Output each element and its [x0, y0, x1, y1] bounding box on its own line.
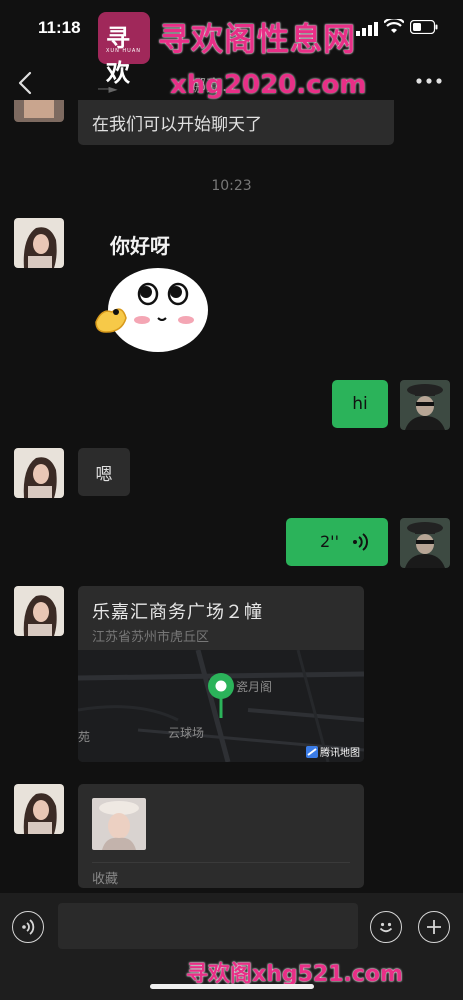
- my-avatar[interactable]: [400, 518, 450, 568]
- contact-avatar[interactable]: [14, 100, 64, 122]
- message-bubble[interactable]: 在我们可以开始聊天了: [78, 100, 394, 145]
- map-preview: 云球场 瓷月阁 苑 腾讯地图: [78, 650, 364, 762]
- watermark-logo-sub: XUN HUAN: [106, 48, 141, 54]
- sticker-caption: 你好呀: [110, 234, 170, 258]
- favorite-card[interactable]: 收藏: [78, 784, 364, 888]
- message-text: 嗯: [95, 464, 113, 485]
- message-input[interactable]: [58, 903, 358, 949]
- message-text: 在我们可以开始聊天了: [92, 115, 262, 135]
- watermark-logo: 寻欢 XUN HUAN: [98, 12, 150, 87]
- map-label: 苑: [78, 730, 91, 744]
- location-title: 乐嘉汇商务广场２幢: [92, 602, 263, 623]
- message-bubble[interactable]: 嗯: [78, 448, 130, 496]
- location-pin-icon: [208, 673, 234, 718]
- wifi-icon: [384, 19, 404, 33]
- map-label: 瓷月阁: [236, 680, 273, 694]
- map-label: 云球场: [168, 726, 205, 740]
- plus-icon: [427, 920, 441, 934]
- watermark-title: 寻欢阁性息网: [158, 20, 357, 58]
- contact-avatar[interactable]: [14, 448, 64, 498]
- signal-icon: [356, 22, 378, 36]
- message-text: hi: [352, 394, 368, 414]
- contact-avatar[interactable]: [14, 218, 64, 268]
- voice-duration: 2'': [320, 532, 339, 551]
- battery-icon: [410, 20, 438, 34]
- nav-arrows-icon: ──►: [98, 82, 118, 96]
- map-credit: 腾讯地图: [306, 744, 360, 759]
- favorite-label: 收藏: [92, 872, 119, 887]
- map-credit-text: 腾讯地图: [320, 748, 360, 759]
- status-time: 11:18: [38, 18, 81, 37]
- timestamp: 10:23: [211, 178, 252, 194]
- divider: [92, 862, 350, 863]
- location-card[interactable]: 乐嘉汇商务广场２幢 江苏省苏州市虎丘区 云球场 瓷月阁 苑 腾讯地图: [78, 586, 364, 762]
- voice-input-button[interactable]: [12, 911, 44, 943]
- watermark-url: xhg2020.com: [170, 70, 367, 100]
- voice-icon: [22, 919, 35, 935]
- favorite-thumbnail: [92, 798, 146, 850]
- message-bubble-self[interactable]: hi: [332, 380, 388, 428]
- home-indicator[interactable]: [150, 984, 314, 989]
- back-button[interactable]: [16, 70, 36, 96]
- voice-message-bubble[interactable]: 2'': [286, 518, 388, 566]
- more-icon[interactable]: [416, 76, 442, 86]
- my-avatar[interactable]: [400, 380, 450, 430]
- emoji-icon: [379, 922, 393, 933]
- location-address: 江苏省苏州市虎丘区: [92, 630, 210, 645]
- contact-avatar[interactable]: [14, 784, 64, 834]
- add-button[interactable]: [418, 911, 450, 943]
- contact-avatar[interactable]: [14, 586, 64, 636]
- tencent-map-icon: [306, 745, 318, 758]
- emoji-button[interactable]: [370, 911, 402, 943]
- voice-wave-icon: [353, 533, 368, 551]
